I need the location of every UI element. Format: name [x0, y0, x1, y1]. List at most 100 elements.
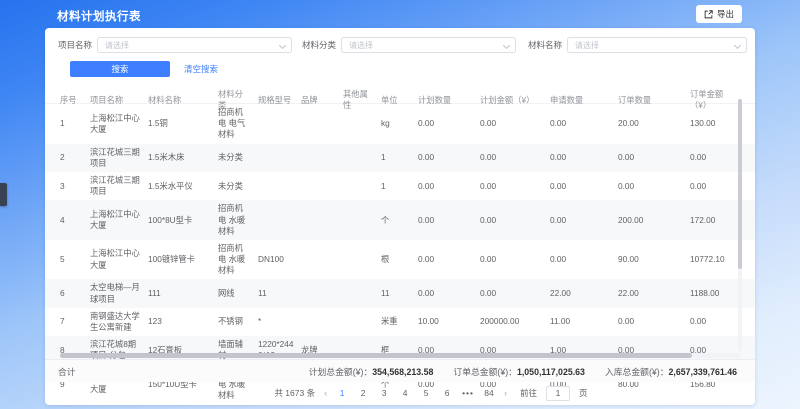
table-cell: 0.00 — [618, 149, 690, 166]
table-cell: 未分类 — [218, 178, 258, 195]
sidebar-toggle[interactable] — [0, 183, 7, 206]
summary-total: 订单总金额(¥)：1,050,117,025.63 — [453, 365, 585, 378]
table-cell: * — [258, 313, 301, 330]
column-header: 其他属性 — [343, 86, 381, 114]
page-number[interactable]: 6 — [441, 388, 453, 398]
filter-category-label: 材料分类 — [302, 39, 336, 51]
table-cell: 0.00 — [418, 178, 480, 195]
page-unit-label: 页 — [579, 387, 588, 399]
table-cell: 0.00 — [418, 149, 480, 166]
table-cell: 0.00 — [480, 212, 550, 229]
table-cell: 7 — [60, 313, 90, 330]
table-cell: 0.00 — [618, 178, 690, 195]
table-row[interactable]: 2滨江花城三期项目1.5米木床未分类10.000.000.000.000.00 — [45, 144, 755, 172]
table-cell — [258, 155, 301, 161]
table-cell: 0.00 — [480, 178, 550, 195]
table-cell: 100镀锌管卡 — [148, 251, 218, 268]
column-header: 申请数量 — [550, 92, 618, 109]
action-bar: 搜索 清空搜索 — [45, 53, 755, 86]
table-cell — [301, 183, 343, 189]
next-page-icon[interactable]: › — [504, 388, 507, 398]
last-page-number[interactable]: 84 — [483, 388, 495, 398]
table-cell: 0.00 — [480, 149, 550, 166]
table-cell — [301, 121, 343, 127]
table-header-row: 序号项目名称材料名称材料分类规格型号品牌其他属性单位计划数量计划金额（¥）申请数… — [45, 86, 755, 104]
filter-bar: 项目名称 请选择 材料分类 请选择 材料名称 请选择 — [45, 28, 755, 53]
table-row[interactable]: 1上海松江中心大厦1.5铜招商机电 电气材料kg0.000.000.0020.0… — [45, 104, 755, 144]
table-cell: 滨江花城三期项目 — [90, 172, 148, 200]
page-number[interactable]: 1 — [336, 388, 348, 398]
table-row[interactable]: 7南钢盛达大学生公寓新建123不锈钢*米重10.00200000.0011.00… — [45, 308, 755, 336]
category-select[interactable]: 请选择 — [341, 37, 516, 53]
table-cell: 未分类 — [218, 149, 258, 166]
table-cell: 10772.10 — [690, 251, 741, 268]
table-row[interactable]: 5上海松江中心大厦100镀锌管卡招商机电 水暖材料DN100根0.000.000… — [45, 240, 755, 280]
summary-total: 计划总金额(¥)：354,568,213.58 — [309, 365, 434, 378]
page-number[interactable]: 2 — [357, 388, 369, 398]
table-cell: 招商机电 水暖材料 — [218, 200, 258, 240]
table-cell: 2 — [60, 149, 90, 166]
goto-label: 前往 — [520, 387, 537, 399]
table-cell — [301, 319, 343, 325]
page-number[interactable]: 3 — [378, 388, 390, 398]
pagination-total: 共 1673 条 — [274, 387, 315, 399]
export-button[interactable]: 导出 — [696, 5, 742, 23]
table-cell: 0.00 — [690, 149, 741, 166]
column-header: 订单数量 — [618, 92, 690, 109]
column-header: 序号 — [60, 92, 90, 109]
table-cell: 200000.00 — [480, 313, 550, 330]
page-number[interactable]: 4 — [399, 388, 411, 398]
table-cell: 上海松江中心大厦 — [90, 245, 148, 273]
table-row[interactable]: 3滨江花城三期项目1.5米水平仪未分类10.000.000.000.000.00 — [45, 172, 755, 200]
category-select-placeholder: 请选择 — [349, 40, 373, 51]
table-cell — [258, 217, 301, 223]
table-cell: 90.00 — [618, 251, 690, 268]
table-cell — [343, 183, 381, 189]
column-header: 计划金额（¥） — [480, 92, 550, 109]
table-cell: 0.00 — [550, 251, 618, 268]
project-select[interactable]: 请选择 — [97, 37, 292, 53]
summary-total: 入库总金额(¥)：2,657,339,761.46 — [605, 365, 737, 378]
more-pages-icon[interactable]: ••• — [462, 388, 474, 398]
goto-page-input[interactable] — [546, 386, 570, 401]
table-cell: 上海松江中心大厦 — [90, 206, 148, 234]
table-cell: 0.00 — [480, 251, 550, 268]
table-row[interactable]: 6太空电梯—月球项目111网线11110.000.0022.0022.00118… — [45, 279, 755, 307]
table-cell: 22.00 — [618, 285, 690, 302]
column-header: 项目名称 — [90, 92, 148, 109]
table-cell — [301, 217, 343, 223]
search-button[interactable]: 搜索 — [70, 61, 170, 77]
prev-page-icon[interactable]: ‹ — [324, 388, 327, 398]
vertical-scrollbar[interactable] — [738, 99, 742, 351]
table-cell: 1.5米木床 — [148, 149, 218, 166]
table-cell: 滨江花城三期项目 — [90, 144, 148, 172]
horizontal-scrollbar[interactable] — [60, 353, 740, 358]
table-cell: 1 — [60, 115, 90, 132]
table-cell: 200.00 — [618, 212, 690, 229]
vertical-scrollbar-thumb[interactable] — [738, 99, 742, 269]
table-cell: 111 — [148, 285, 218, 302]
summary-row: 合计 计划总金额(¥)：354,568,213.58订单总金额(¥)：1,050… — [45, 359, 755, 382]
filter-project: 项目名称 请选择 — [58, 37, 302, 53]
content-card: 项目名称 请选择 材料分类 请选择 材料名称 请选择 搜索 清空搜索 序号项目名… — [45, 28, 755, 405]
table-cell: 招商机电 电气材料 — [218, 104, 258, 144]
material-select[interactable]: 请选择 — [567, 37, 747, 53]
table-cell: 130.00 — [690, 115, 741, 132]
table-cell: 网线 — [218, 285, 258, 302]
table-cell: 1.5铜 — [148, 115, 218, 132]
table-cell: 172.00 — [690, 212, 741, 229]
page-number[interactable]: 5 — [420, 388, 432, 398]
table-cell: 0.00 — [418, 115, 480, 132]
clear-search-link[interactable]: 清空搜索 — [184, 63, 218, 75]
table-cell: 1188.00 — [690, 285, 741, 302]
table-row[interactable]: 4上海松江中心大厦100*8U型卡招商机电 水暖材料个0.000.000.002… — [45, 200, 755, 240]
table-cell: 11 — [381, 285, 418, 302]
table-cell: 0.00 — [690, 178, 741, 195]
table-cell — [301, 155, 343, 161]
table-cell: 0.00 — [550, 115, 618, 132]
horizontal-scrollbar-thumb[interactable] — [60, 353, 692, 358]
column-header: 单位 — [381, 92, 418, 109]
table-cell — [343, 155, 381, 161]
table-cell — [301, 257, 343, 263]
table-cell: 0.00 — [550, 212, 618, 229]
